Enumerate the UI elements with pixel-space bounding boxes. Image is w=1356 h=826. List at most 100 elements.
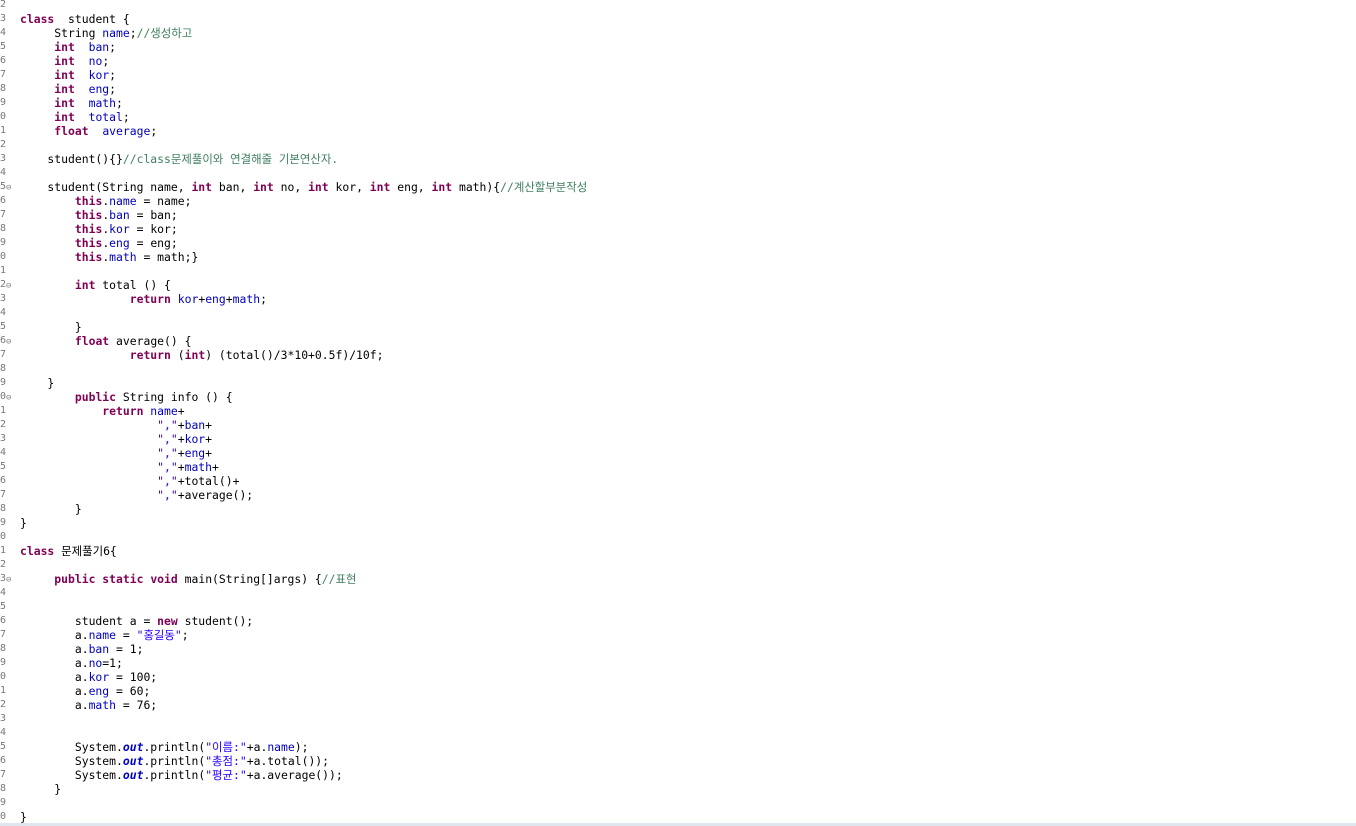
line-number: 3 (0, 153, 7, 164)
code-line[interactable]: 5 ","+math+ (0, 460, 1356, 474)
code-line[interactable]: 3 ⊖ public static void main(String[]args)… (0, 572, 1356, 586)
code-token: } (20, 502, 82, 516)
code-text: public static void main(String[]args) {/… (20, 572, 356, 586)
code-text: int ban; (20, 40, 116, 54)
fold-toggle-icon[interactable]: ⊖ (6, 573, 11, 587)
code-line[interactable]: 2 a.math = 76; (0, 698, 1356, 712)
code-line[interactable]: 6 int no; (0, 54, 1356, 68)
code-line[interactable]: 0} (0, 810, 1356, 824)
code-line[interactable]: 5 ⊖ student(String name, int ban, int no,… (0, 180, 1356, 194)
code-token: eng (109, 236, 130, 250)
code-token: int (184, 348, 206, 362)
code-line[interactable]: 6 ","+total()+ (0, 474, 1356, 488)
code-line[interactable]: 1 a.eng = 60; (0, 684, 1356, 698)
code-editor[interactable]: 2 3 class student {4 String name;//생성하고 5 i… (0, 0, 1356, 824)
code-line[interactable]: 8 } (0, 782, 1356, 796)
code-line[interactable]: 0 this.math = math;} (0, 250, 1356, 264)
fold-toggle-icon[interactable]: ⊖ (6, 391, 11, 405)
code-line[interactable]: 5 System.out.println("이름:"+a.name); (0, 740, 1356, 754)
code-line[interactable]: 7 a.name = "홍길동"; (0, 628, 1356, 642)
line-number: 8 (0, 223, 7, 234)
code-token: out (122, 768, 144, 782)
code-line[interactable]: 8 } (0, 502, 1356, 516)
code-text: int no; (20, 54, 109, 68)
code-line[interactable]: 4 (0, 306, 1356, 320)
line-number: 5 (0, 461, 7, 472)
code-line[interactable]: 8 (0, 362, 1356, 376)
code-token: kor (88, 670, 110, 684)
fold-toggle-icon[interactable]: ⊖ (6, 181, 11, 195)
code-line[interactable]: 9 this.eng = eng; (0, 236, 1356, 250)
code-line[interactable]: 5 } (0, 320, 1356, 334)
code-line[interactable]: 9 int math; (0, 96, 1356, 110)
line-number: 4 (0, 27, 7, 38)
code-line[interactable]: 0 (0, 530, 1356, 544)
code-line[interactable]: 7 ","+average(); (0, 488, 1356, 502)
code-token: = kor; (129, 222, 178, 236)
code-line[interactable]: 4 (0, 726, 1356, 740)
code-token: +a.total()); (246, 754, 330, 768)
code-line[interactable]: 5 (0, 600, 1356, 614)
code-token: ban (88, 40, 110, 54)
code-line[interactable]: 3 return kor+eng+math; (0, 292, 1356, 306)
code-line[interactable]: 3 class student { (0, 12, 1356, 26)
code-line[interactable]: 1 return name+ (0, 404, 1356, 418)
code-line[interactable]: 0 int total; (0, 110, 1356, 124)
code-line[interactable]: 2 (0, 558, 1356, 572)
code-token: } (20, 782, 62, 796)
code-line[interactable]: 1 (0, 264, 1356, 278)
code-line[interactable]: 3 (0, 712, 1356, 726)
code-line[interactable]: 1 class 문제풀기6{ (0, 544, 1356, 558)
code-line[interactable]: 0 a.kor = 100; (0, 670, 1356, 684)
code-line[interactable]: 7 this.ban = ban; (0, 208, 1356, 222)
code-line[interactable]: 3 ","+kor+ (0, 432, 1356, 446)
code-line[interactable]: 7 System.out.println("평균:"+a.average()); (0, 768, 1356, 782)
code-line[interactable]: 6 System.out.println("총점:"+a.total()); (0, 754, 1356, 768)
fold-toggle-icon[interactable]: ⊖ (6, 279, 11, 293)
code-token: this (74, 250, 103, 264)
code-line[interactable]: 9 a.no=1; (0, 656, 1356, 670)
code-line[interactable]: 9 } (0, 376, 1356, 390)
code-line[interactable]: 2 (0, 0, 1356, 12)
code-line[interactable]: 6 student a = new student(); (0, 614, 1356, 628)
code-line[interactable]: 7 int kor; (0, 68, 1356, 82)
code-token: math (184, 460, 213, 474)
line-number: 8 (0, 363, 7, 374)
code-token: name (109, 194, 137, 208)
code-line[interactable]: 2 ⊖ int total () { (0, 278, 1356, 292)
line-number: 2 (0, 699, 7, 710)
code-token: this (74, 236, 103, 250)
code-text: class 문제풀기6{ (20, 544, 117, 558)
code-line[interactable]: 2 ","+ban+ (0, 418, 1356, 432)
code-line[interactable]: 2 (0, 138, 1356, 152)
code-line[interactable]: 0 ⊖ public String info () { (0, 390, 1356, 404)
code-line[interactable]: 8 a.ban = 1; (0, 642, 1356, 656)
code-line[interactable]: 3 student(){}//class문제풀이와 연결해줄 기본연산자. (0, 152, 1356, 166)
code-token: int (54, 82, 75, 96)
code-text: int total () { (20, 278, 171, 292)
code-line[interactable]: 4 (0, 166, 1356, 180)
code-line[interactable]: 6 this.name = name; (0, 194, 1356, 208)
code-line[interactable]: 4 String name;//생성하고 (0, 26, 1356, 40)
code-line[interactable]: 4 (0, 586, 1356, 600)
code-line[interactable]: 6 ⊖ float average() { (0, 334, 1356, 348)
code-line[interactable]: 8 this.kor = kor; (0, 222, 1356, 236)
code-token: name (267, 740, 295, 754)
code-text: } (20, 320, 82, 334)
code-line[interactable]: 8 int eng; (0, 82, 1356, 96)
code-text: ","+ban+ (20, 418, 212, 432)
code-line[interactable]: 5 int ban; (0, 40, 1356, 54)
code-line[interactable]: 7 return (int) (total()/3*10+0.5f)/10f; (0, 348, 1356, 362)
code-line[interactable]: 1 float average; (0, 124, 1356, 138)
code-line[interactable]: 4 ","+eng+ (0, 446, 1356, 460)
code-line[interactable]: 9} (0, 516, 1356, 530)
code-token: no (88, 54, 103, 68)
fold-toggle-icon[interactable]: ⊖ (6, 335, 11, 349)
code-line[interactable]: 9 (0, 796, 1356, 810)
